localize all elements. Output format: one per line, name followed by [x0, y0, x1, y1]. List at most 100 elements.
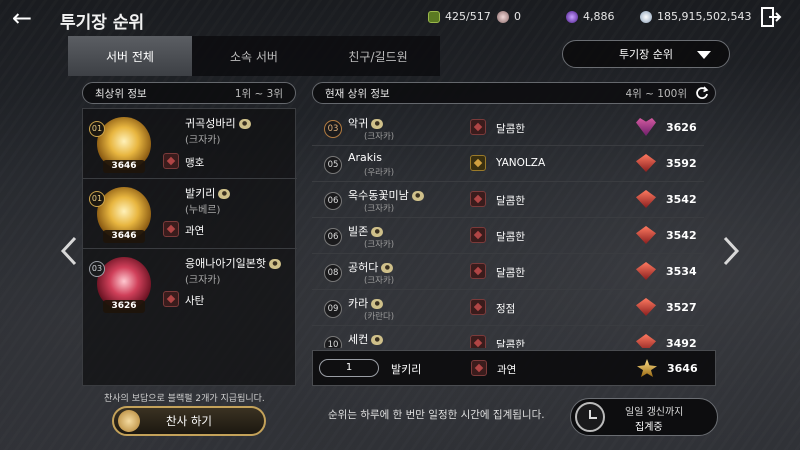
purple-gem-icon [566, 10, 578, 23]
list-item[interactable]: 08 공허다 ● (크자카) 달콤한 3534 [312, 254, 704, 290]
guild-name: 사탄 [185, 295, 205, 307]
guild-name: 달콤한 [496, 123, 525, 135]
gold-medal-icon: 3646 [97, 117, 151, 173]
ranking-type-dropdown[interactable]: 투기장 순위 [562, 40, 730, 68]
player-name: 옥수동꽃미남 ● [348, 187, 424, 203]
list-item[interactable]: 06 빌존 ● (크자카) 달콤한 3542 [312, 218, 704, 254]
my-rank-row[interactable]: 1 발키리 과연 3646 [312, 350, 716, 386]
guild-emblem-icon [163, 221, 179, 237]
rank-badge: 06 [324, 192, 342, 210]
tier-icon [636, 190, 656, 208]
cheer-button[interactable]: 찬사 하기 [112, 406, 266, 436]
list-item[interactable]: 03 악귀 ● (크자카) 달콤한 3626 [312, 110, 704, 146]
verified-icon: ● [371, 119, 384, 129]
clock-icon [575, 402, 605, 432]
list-item[interactable]: 10 세컨 ● 달콤한 3492 [312, 326, 704, 348]
tier-icon [636, 262, 656, 280]
player-server: (크자카) [364, 240, 395, 250]
verified-icon: ● [371, 227, 384, 237]
player-name: Arakis [348, 151, 382, 164]
list-item[interactable]: 06 옥수동꽃미남 ● (크자카) 달콤한 3542 [312, 182, 704, 218]
player-name: 응애나아기일본핫 ● [185, 255, 281, 271]
top-section-range: 1위 ~ 3위 [234, 87, 283, 100]
cheer-icon [118, 410, 140, 432]
guild-emblem-icon [470, 155, 486, 171]
chevron-right-icon[interactable] [722, 236, 740, 266]
crystal-icon [640, 10, 652, 23]
top3-row[interactable]: 3646 01 발키리 ● (누베르) 과연 [83, 179, 297, 249]
verified-icon: ● [218, 189, 231, 199]
verified-icon: ● [381, 263, 394, 273]
player-name: 발키리 ● [185, 185, 231, 201]
update-status: 집계중 [635, 422, 663, 433]
pearl-icon [497, 10, 509, 23]
cheer-button-label: 찬사 하기 [166, 414, 212, 428]
medal-score: 3646 [103, 230, 145, 243]
guild-emblem-icon [470, 227, 486, 243]
verified-icon: ● [268, 259, 281, 269]
chevron-down-icon [697, 51, 711, 59]
top3-row[interactable]: 3626 03 응애나아기일본핫 ● (크자카) 사탄 [83, 249, 297, 319]
tier-icon [637, 359, 657, 377]
guild-emblem-icon [163, 153, 179, 169]
red-medal-icon: 3626 [97, 257, 151, 313]
my-rank-value: 1 [319, 359, 379, 377]
list-section-range: 4위 ~ 100위 [625, 87, 687, 100]
list-section-title: 현재 상위 정보 [325, 87, 390, 100]
rank-badge: 06 [324, 228, 342, 246]
tab-all-servers[interactable]: 서버 전체 [68, 36, 192, 76]
page-title: 투기장 순위 [60, 13, 145, 33]
medal-score: 3626 [103, 300, 145, 313]
player-score: 3592 [666, 157, 697, 170]
player-name: 카라 ● [348, 295, 384, 311]
rank-badge: 09 [324, 300, 342, 318]
top-section-header: 최상위 정보 1위 ~ 3위 [82, 82, 296, 104]
rank-badge: 03 [89, 261, 105, 277]
guild-emblem-icon [163, 291, 179, 307]
energy-value: 425/517 [445, 10, 491, 23]
guild-emblem-icon [471, 360, 487, 376]
player-server: (크자카) [364, 132, 395, 142]
tier-icon [636, 118, 656, 136]
guild-emblem-icon [470, 299, 486, 315]
ranking-update-note: 순위는 하루에 한 번만 일정한 시간에 집계됩니다. [328, 409, 545, 421]
player-server: (크자카) [185, 135, 221, 146]
update-label: 일일 갱신까지 [625, 407, 684, 418]
list-item[interactable]: 09 카라 ● (카란다) 정점 3527 [312, 290, 704, 326]
crystal-value: 185,915,502,543 [657, 10, 752, 23]
rank-badge: 05 [324, 156, 342, 174]
player-name: 세컨 ● [348, 331, 384, 347]
player-server: (카란다) [364, 312, 395, 322]
player-server: (크자카) [364, 276, 395, 286]
exit-icon[interactable] [760, 6, 782, 28]
back-arrow-icon[interactable]: ← [12, 6, 32, 30]
tab-friends-guild[interactable]: 친구/길드원 [316, 36, 440, 76]
guild-emblem-icon [470, 119, 486, 135]
rank-badge: 03 [324, 120, 342, 138]
tab-my-server[interactable]: 소속 서버 [192, 36, 316, 76]
list-section-header: 현재 상위 정보 4위 ~ 100위 [312, 82, 716, 104]
cheer-reward-note: 찬사의 보답으로 블랙펄 2개가 지급됩니다. [104, 394, 265, 404]
player-name: 빌존 ● [348, 223, 384, 239]
top3-panel: 3646 01 귀곡성바리 ● (크자카) 맹호 3646 01 발키리 ● (누베… [82, 108, 297, 386]
guild-name: 정점 [496, 303, 516, 315]
tab-bar: 서버 전체 소속 서버 친구/길드원 [68, 36, 440, 76]
verified-icon: ● [371, 299, 384, 309]
player-score: 3534 [666, 265, 697, 278]
guild-name: 달콤한 [496, 267, 525, 279]
ranking-list[interactable]: 03 악귀 ● (크자카) 달콤한 3626 05 Arakis (우라카) YA… [312, 108, 704, 348]
rank-badge: 08 [324, 264, 342, 282]
my-name: 발키리 [391, 363, 422, 376]
guild-emblem-icon [470, 191, 486, 207]
top3-row[interactable]: 3646 01 귀곡성바리 ● (크자카) 맹호 [83, 109, 297, 179]
guild-emblem-icon [470, 263, 486, 279]
chevron-left-icon[interactable] [60, 236, 78, 266]
guild-name: YANOLZA [496, 157, 546, 169]
guild-name: 과연 [185, 225, 205, 237]
verified-icon: ● [371, 335, 384, 345]
purple-gem-resource: 4,886 [566, 10, 615, 23]
refresh-icon[interactable] [695, 86, 709, 100]
crystal-resource: 185,915,502,543 [640, 10, 751, 23]
list-item[interactable]: 05 Arakis (우라카) YANOLZA 3592 [312, 146, 704, 182]
purple-gem-value: 4,886 [583, 10, 615, 23]
